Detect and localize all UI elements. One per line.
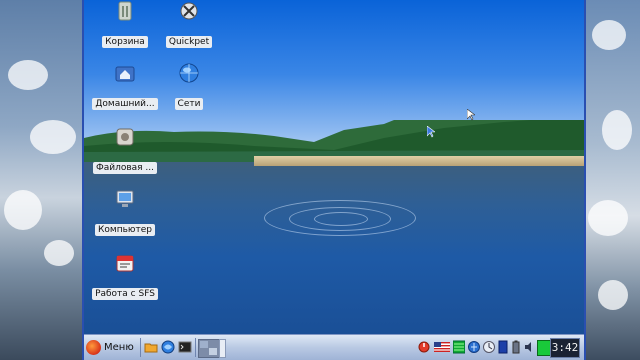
desktop-icon-label: Работа с SFS [92,288,158,300]
wallpaper-shore [254,156,584,166]
ripple [314,212,368,226]
desktop-icon-label: Домашний... [92,98,158,110]
usb-drive-icon[interactable] [498,340,508,354]
cpu-monitor-icon[interactable] [453,340,465,354]
volume-icon[interactable] [524,340,534,354]
taskbar-separator [140,338,141,357]
desktop-icon-file-manager[interactable]: Файловая ... [90,126,160,174]
file-manager-icon [116,128,134,146]
desktop-icon-label: Файловая ... [92,162,158,174]
desktop-icon-quickpet[interactable]: Quickpet [154,0,224,48]
network-globe-icon [179,63,199,83]
trash-icon [118,1,132,21]
host-wallpaper-left [0,0,84,360]
clock[interactable]: 3:42 [550,338,580,358]
quickpet-icon [180,2,198,20]
desktop-icon-label: Сети [174,98,204,110]
cursor-arrow-icon [427,126,435,138]
desktop-icon-trash[interactable]: Корзина [90,0,160,48]
home-folder-icon [115,66,135,82]
terminal-launcher-icon[interactable] [178,340,192,354]
start-menu-label: Меню [104,342,134,353]
desktop-icon-home[interactable]: Домашний... [90,62,160,110]
vm-frame-right [584,0,586,360]
desktop-icon-computer[interactable]: Компьютер [90,188,160,236]
battery-icon[interactable] [511,340,521,354]
folder-launcher-icon[interactable] [144,340,158,354]
desktop-icon-label: Корзина [102,36,148,48]
network-tray-icon[interactable] [468,340,480,354]
menu-logo-icon [86,340,101,355]
taskbar: Меню 3:42 [84,334,584,360]
computer-icon [116,190,134,207]
start-menu-button[interactable]: Меню [86,339,138,356]
desktop-icon-network[interactable]: Сети [154,62,224,110]
sfs-package-icon [116,255,134,272]
power-icon[interactable] [418,340,430,354]
desktop-icon-label: Quickpet [165,36,213,48]
update-tray-icon[interactable] [483,340,495,354]
vm-desktop: Корзина Quickpet Домашний... Сети Файлов… [84,0,584,360]
keyboard-layout-flag-icon[interactable] [434,340,450,354]
taskbar-separator [195,338,196,357]
host-wallpaper-right [584,0,640,360]
desktop-pager[interactable] [198,339,220,358]
browser-launcher-icon[interactable] [161,340,175,354]
desktop-icon-label: Компьютер [95,224,155,236]
taskbar-handle[interactable] [219,339,226,358]
cursor-arrow-icon [467,109,475,121]
desktop-icon-sfs[interactable]: Работа с SFS [90,252,160,300]
